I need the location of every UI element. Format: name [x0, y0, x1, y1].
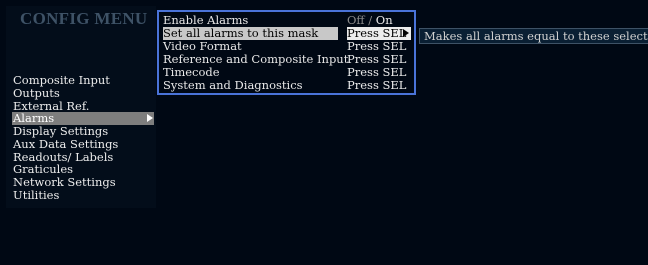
help-tooltip: Makes all alarms equal to these selectio…	[419, 28, 648, 44]
video-format-action[interactable]: Press SEL	[347, 40, 411, 53]
alarms-submenu: Enable Alarms Off / On Set all alarms to…	[157, 10, 416, 95]
submenu-item-timecode[interactable]: Timecode	[163, 66, 343, 79]
set-all-alarms-action[interactable]: Press SEL	[347, 27, 411, 40]
submenu-item-enable-alarms[interactable]: Enable Alarms	[163, 14, 343, 27]
submenu-item-system-diagnostics[interactable]: System and Diagnostics	[163, 79, 343, 92]
enable-alarms-toggle[interactable]: Off / On	[347, 14, 411, 27]
config-menu-title: CONFIG MENU	[20, 9, 148, 28]
config-menu-list: Composite Input Outputs External Ref. Al…	[12, 74, 154, 202]
option-off: Off	[347, 13, 365, 27]
reference-composite-action[interactable]: Press SEL	[347, 53, 411, 66]
system-diagnostics-action[interactable]: Press SEL	[347, 79, 411, 92]
option-separator: /	[368, 13, 373, 27]
triangle-right-icon	[147, 114, 153, 123]
timecode-action[interactable]: Press SEL	[347, 66, 411, 79]
option-on: On	[375, 13, 393, 27]
triangle-right-icon	[403, 29, 409, 37]
menu-item-utilities[interactable]: Utilities	[12, 188, 154, 202]
submenu-item-reference-composite[interactable]: Reference and Composite Input	[163, 53, 348, 66]
submenu-item-set-all-alarms[interactable]: Set all alarms to this mask	[163, 27, 338, 40]
submenu-item-video-format[interactable]: Video Format	[163, 40, 343, 53]
